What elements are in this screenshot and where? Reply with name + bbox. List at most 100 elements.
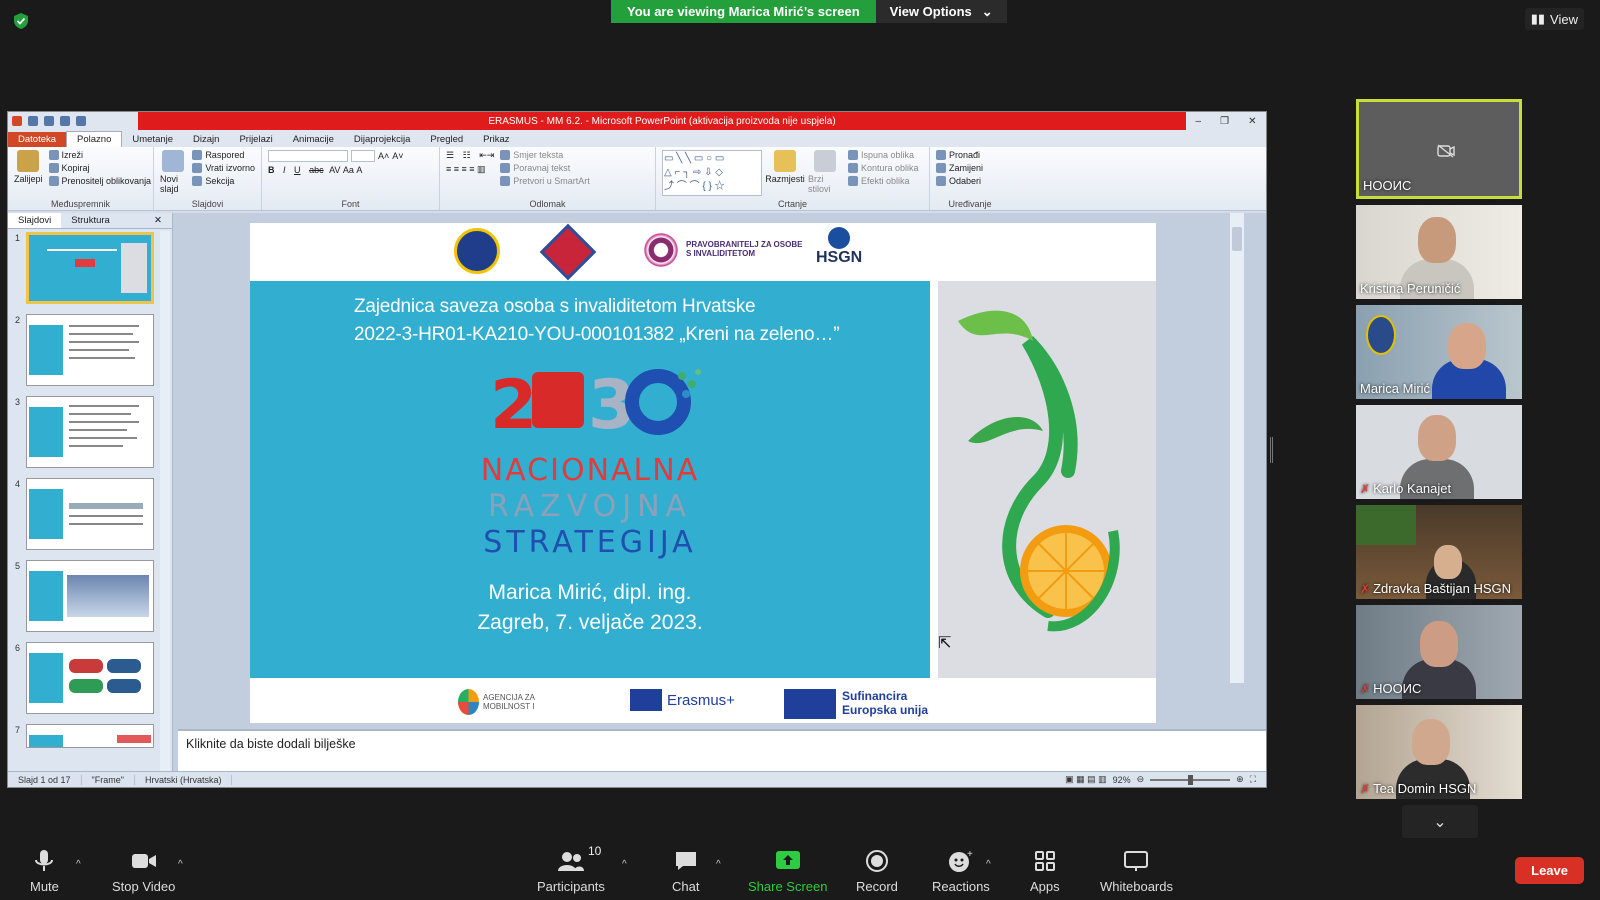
stop-video-button[interactable]: Stop Video [112, 849, 175, 894]
video-person-head [1420, 621, 1458, 667]
slide-author: Marica Mirić, dipl. ing. [488, 581, 692, 604]
paragraph-group: ☰ ☷ ⇤⇥ ≡ ≡ ≡ ≡ ▥ Smjer teksta Poravnaj t… [440, 147, 656, 210]
zoom-meeting-window: You are viewing Marica Mirić’s screen Vi… [0, 0, 1600, 900]
smartart-icon [500, 176, 511, 186]
clipboard-group-label: Međuspremnik [50, 199, 111, 209]
thumb-number: 4 [15, 479, 21, 489]
cofund-text-1: Sufinancira [842, 689, 908, 703]
split-view-handle[interactable] [1270, 437, 1273, 463]
slide-logo-row: PRAVOBRANITELJ ZA OSOBE S INVALIDITETOM … [250, 223, 1156, 281]
drawing-group-label: Crtanje [777, 199, 807, 209]
zoom-in-icon: ⊕ [1236, 774, 1244, 784]
align-icons: ≡ ≡ ≡ ≡ ▥ [446, 164, 486, 174]
whiteboard-icon [1124, 851, 1149, 871]
shared-screen-powerpoint: ERASMUS - MM 6.2. - Microsoft PowerPoint… [7, 111, 1267, 788]
reset-button: Vrati izvorno [192, 163, 255, 173]
zoom-control: ▣ ▦ ▤ ▥ 92% ⊖ ⊕ ⛶ [1065, 774, 1266, 785]
scissors-icon [48, 150, 59, 160]
quick-styles-label: Brzi stilovi [808, 174, 831, 194]
thumb-image [26, 724, 154, 748]
participant-name: НООИС [1363, 178, 1411, 193]
copy-button: Kopiraj [48, 163, 152, 173]
participant-tile[interactable]: ✗ Karlo Kanajet [1356, 405, 1522, 499]
participant-tile[interactable]: Marica Mirić [1356, 305, 1522, 399]
participant-tile[interactable]: НООИС [1356, 99, 1522, 199]
slide-project-code: 2022-3-HR01-KA210-YOU-000101382 „Kreni n… [354, 324, 840, 345]
close-icon: ✕ [1248, 115, 1257, 127]
agency-logo: AGENCIJA ZA MOBILNOST I [458, 689, 568, 715]
apps-button[interactable]: Apps [1030, 849, 1060, 894]
undo-icon [44, 116, 54, 126]
slide-editor: PRAVOBRANITELJ ZA OSOBE S INVALIDITETOM … [178, 213, 1244, 727]
sprout-orange-icon [958, 310, 1120, 632]
close-panel-icon: ✕ [154, 215, 162, 226]
whiteboards-button[interactable]: Whiteboards [1100, 849, 1173, 894]
ppt-window-controls: – ❐ ✕ [1186, 112, 1266, 130]
zoom-slider [1150, 774, 1231, 785]
chevron-down-icon: ⌄ [1433, 814, 1447, 831]
leave-button[interactable]: Leave [1515, 857, 1584, 884]
view-button[interactable]: ▮▮ View [1524, 8, 1584, 30]
layout-icon [192, 150, 203, 160]
chat-options-caret-icon[interactable]: ^ [716, 859, 721, 870]
apps-label: Apps [1030, 879, 1060, 894]
view-label: View [1550, 11, 1578, 27]
shape-fill-button: Ispuna oblika [848, 150, 919, 160]
grid-view-icon: ▮▮ [1530, 11, 1546, 26]
security-shield-icon[interactable] [12, 12, 30, 30]
slide-thumb-2: 2 [8, 311, 172, 393]
mic-muted-icon: ✗ [1360, 781, 1371, 796]
save-icon [28, 116, 38, 126]
slide-counter: Slajd 1 od 17 [8, 774, 82, 785]
tab-file: Datoteka [8, 132, 67, 147]
audio-options-caret-icon[interactable]: ^ [76, 859, 81, 870]
slide-thumb-3: 3 [8, 393, 172, 475]
strategy-line-1: NACIONALNA [480, 453, 700, 488]
mute-button[interactable]: Mute [30, 849, 59, 894]
font-group-label: Font [341, 199, 360, 209]
participants-label: Participants [537, 879, 605, 894]
camera-off-icon [1437, 144, 1455, 158]
participant-tile[interactable]: ✗ Tea Domin HSGN [1356, 705, 1522, 799]
participants-options-caret-icon[interactable]: ^ [622, 859, 627, 870]
participants-icon [557, 852, 584, 871]
select-button: Odaberi [936, 176, 983, 186]
slides-panel-tabs: Slajdovi Struktura ✕ [8, 213, 172, 229]
participant-name: ✗ Tea Domin HSGN [1360, 781, 1476, 796]
chevron-down-icon: ⌄ [981, 3, 993, 19]
tab-slides: Slajdovi [8, 213, 62, 228]
notes-placeholder: Kliknite da biste dodali bilješke [186, 737, 356, 751]
section-label: Sekcija [205, 176, 235, 186]
participant-tile[interactable]: ✗ НООИС [1356, 605, 1522, 699]
nooi-logo [539, 223, 597, 281]
screen-share-banner: You are viewing Marica Mirić’s screen Vi… [611, 0, 1007, 23]
shapes-gallery: ▭ ╲ ╲ ▭ ○ ▭ △ ⌐ ┐ ⇨ ⇩ ◇ ⤴ ⌒ ⌒ { } ☆ [662, 150, 762, 196]
font-style-buttons: B I U abc AV Aa A [268, 165, 363, 175]
video-options-caret-icon[interactable]: ^ [178, 859, 183, 870]
reactions-button[interactable]: + Reactions [932, 849, 990, 894]
viewing-label: You are viewing Marica Mirić’s screen [611, 0, 876, 23]
participant-name: ✗ Karlo Kanajet [1360, 481, 1451, 496]
paste-icon [17, 150, 40, 172]
format-painter-button: Prenositelj oblikovanja [48, 176, 151, 186]
powerpoint-logo-icon [12, 116, 22, 126]
share-screen-button[interactable]: Share Screen [748, 849, 828, 894]
record-icon [865, 850, 888, 872]
font-group: A˄ A˅ B I U abc AV Aa A Font [262, 147, 440, 210]
remote-cursor-icon: ⇱ [938, 635, 952, 652]
participant-name: ✗ Zdravka Baštijan HSGN [1360, 581, 1511, 596]
participant-tile[interactable]: ✗ Zdravka Baštijan HSGN [1356, 505, 1522, 599]
font-name-box: A˄ A˅ [268, 150, 404, 162]
erasmus-logo-text: Erasmus+ [667, 691, 735, 709]
mic-muted-icon: ✗ [1360, 581, 1371, 596]
participant-tile[interactable]: Kristina Peruničić [1356, 205, 1522, 299]
gallery-scroll-down-button[interactable]: ⌄ [1402, 805, 1478, 839]
thumb-number: 2 [15, 315, 21, 325]
view-options-button[interactable]: View Options ⌄ [875, 0, 1007, 23]
chat-button[interactable]: Chat [672, 849, 699, 894]
thumb-image [26, 642, 154, 714]
paste-label: Zalijepi [14, 174, 43, 184]
record-button[interactable]: Record [856, 849, 898, 894]
clipboard-group: Zalijepi Izreži Kopiraj Prenositelj obli… [8, 147, 154, 210]
reactions-options-caret-icon[interactable]: ^ [986, 859, 991, 870]
